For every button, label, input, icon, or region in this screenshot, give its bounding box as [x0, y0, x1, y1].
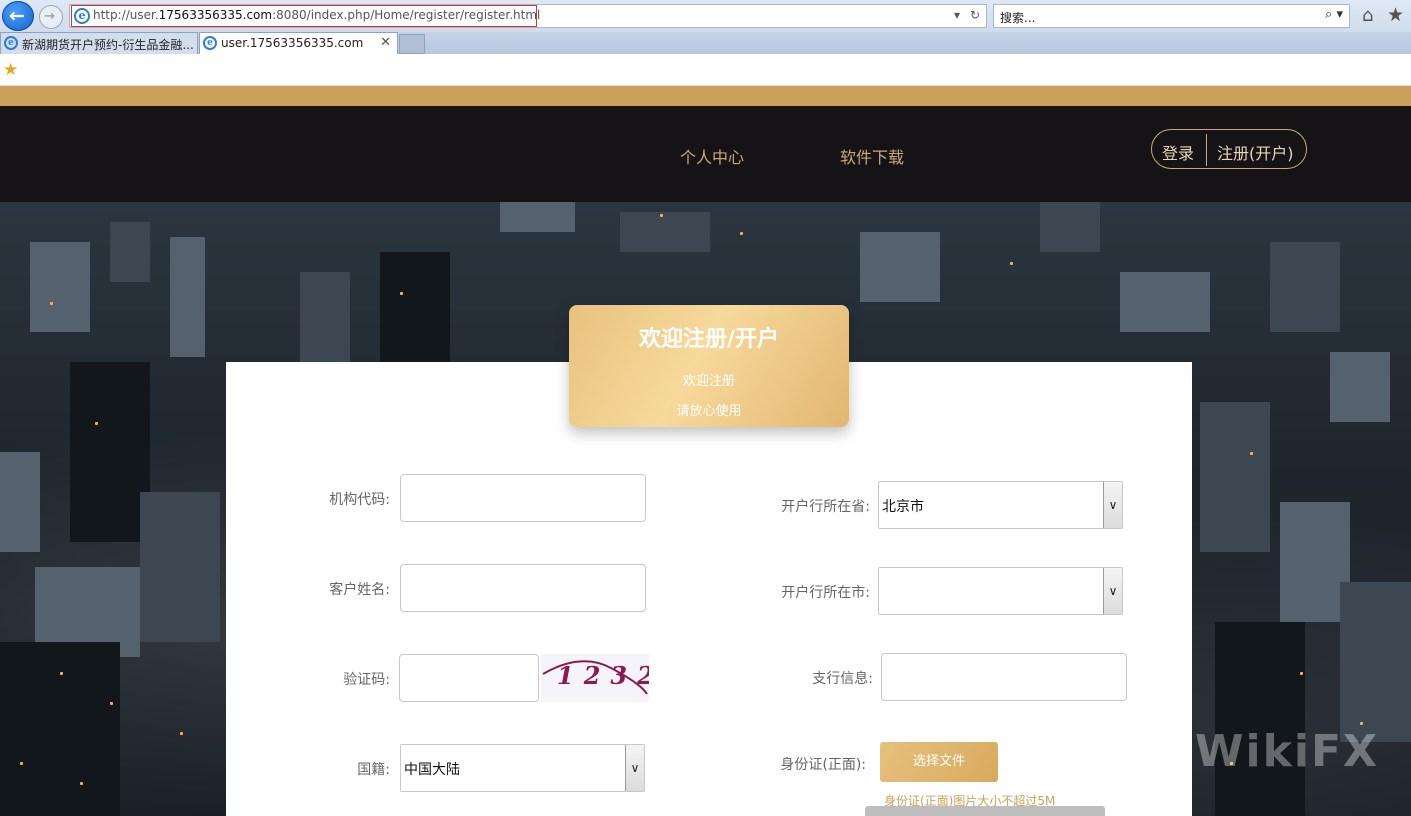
captcha-label: 验证码: [343, 672, 390, 688]
welcome-banner: 欢迎注册/开户 欢迎注册 请放心使用 [569, 305, 849, 427]
captcha-image[interactable]: 1232 [541, 654, 649, 702]
wikifx-logo-icon [1125, 728, 1181, 784]
ie-logo-icon: e [4, 36, 18, 50]
nationality-label: 国籍: [357, 762, 390, 778]
nationality-select[interactable]: 中国大陆 ∨ [400, 744, 645, 792]
chevron-down-icon: ∨ [1103, 482, 1122, 528]
welcome-reassurance: 请放心使用 [676, 404, 742, 419]
favorites-bar-icon[interactable]: ★ [3, 60, 18, 80]
search-box[interactable]: 搜索... ⌕ ▾ [993, 4, 1350, 28]
captcha-input[interactable] [399, 654, 539, 702]
forward-arrow-icon: → [44, 9, 55, 24]
customer-name-label: 客户姓名: [329, 582, 390, 598]
favorites-star-icon[interactable]: ★ [1387, 4, 1404, 26]
nationality-value: 中国大陆 [404, 762, 460, 778]
tab-label: user.17563356335.com [221, 36, 364, 50]
auth-divider [1206, 134, 1207, 166]
nav-software-download[interactable]: 软件下载 [840, 144, 904, 168]
wikifx-watermark-text: WikiFX [1195, 726, 1379, 777]
captcha-noise-curve [542, 660, 648, 695]
register-link[interactable]: 注册(开户) [1217, 140, 1294, 164]
ie-logo-icon: e [74, 8, 90, 24]
refresh-icon[interactable]: ↻ [970, 8, 980, 22]
url-host: 17563356335.com [158, 8, 273, 22]
search-input[interactable]: 搜索... [1000, 9, 1035, 26]
back-arrow-icon: ← [9, 5, 25, 27]
customer-name-input[interactable] [400, 564, 646, 612]
tab-xinhu-futures[interactable]: e 新湖期货开户预约-衍生品金融... [0, 32, 198, 54]
login-link[interactable]: 登录 [1162, 140, 1194, 164]
address-bar[interactable]: e http://user.17563356335.com:8080/index… [69, 4, 987, 28]
chevron-down-icon: ∨ [1103, 568, 1122, 614]
close-icon[interactable]: ✕ [380, 35, 391, 50]
partial-gray-button [865, 806, 1105, 816]
org-code-label: 机构代码: [329, 492, 390, 508]
dropdown-arrow-icon[interactable]: ▾ [954, 8, 960, 22]
bank-province-label: 开户行所在省: [781, 499, 870, 515]
search-icon[interactable]: ⌕ ▾ [1325, 7, 1343, 22]
id-front-label: 身份证(正面): [780, 757, 866, 773]
url-text: http://user.17563356335.com:8080/index.p… [93, 8, 540, 22]
back-button[interactable]: ← [2, 1, 34, 31]
bank-city-label: 开户行所在市: [781, 585, 870, 601]
tab-label: 新湖期货开户预约-衍生品金融... [22, 38, 194, 52]
nav-personal-center[interactable]: 个人中心 [680, 144, 744, 168]
top-gold-strip [0, 86, 1411, 106]
favorites-bar: ★ [0, 54, 1411, 86]
home-icon[interactable]: ⌂ [1362, 5, 1373, 26]
wikifx-watermark: WikiFX [1125, 720, 1405, 790]
browser-tab-row: e 新湖期货开户预约-衍生品金融... e user.17563356335.c… [0, 32, 1411, 54]
chevron-down-icon: ∨ [625, 745, 644, 791]
browser-address-bar-row: ← → e http://user.17563356335.com:8080/i… [0, 0, 1411, 32]
url-prefix: http://user. [93, 8, 159, 22]
welcome-title: 欢迎注册/开户 [638, 327, 780, 352]
top-navigation: 个人中心 软件下载 登录 注册(开户) [0, 106, 1411, 202]
bank-city-select[interactable]: ∨ [878, 567, 1123, 615]
new-tab-button[interactable] [399, 34, 425, 54]
branch-info-label: 支行信息: [812, 671, 873, 687]
choose-file-button[interactable]: 选择文件 [880, 742, 998, 782]
forward-button[interactable]: → [39, 5, 63, 29]
welcome-subtitle: 欢迎注册 [682, 374, 735, 389]
url-suffix: :8080/index.php/Home/register/register.h… [272, 8, 541, 22]
auth-pill: 登录 注册(开户) [1151, 129, 1307, 169]
tab-user-site[interactable]: e user.17563356335.com ✕ [199, 32, 398, 54]
org-code-input[interactable] [400, 474, 646, 522]
ie-logo-icon: e [203, 36, 217, 50]
bank-province-select[interactable]: 北京市 ∨ [878, 481, 1123, 529]
branch-info-input[interactable] [881, 653, 1127, 701]
bank-province-value: 北京市 [882, 499, 924, 515]
